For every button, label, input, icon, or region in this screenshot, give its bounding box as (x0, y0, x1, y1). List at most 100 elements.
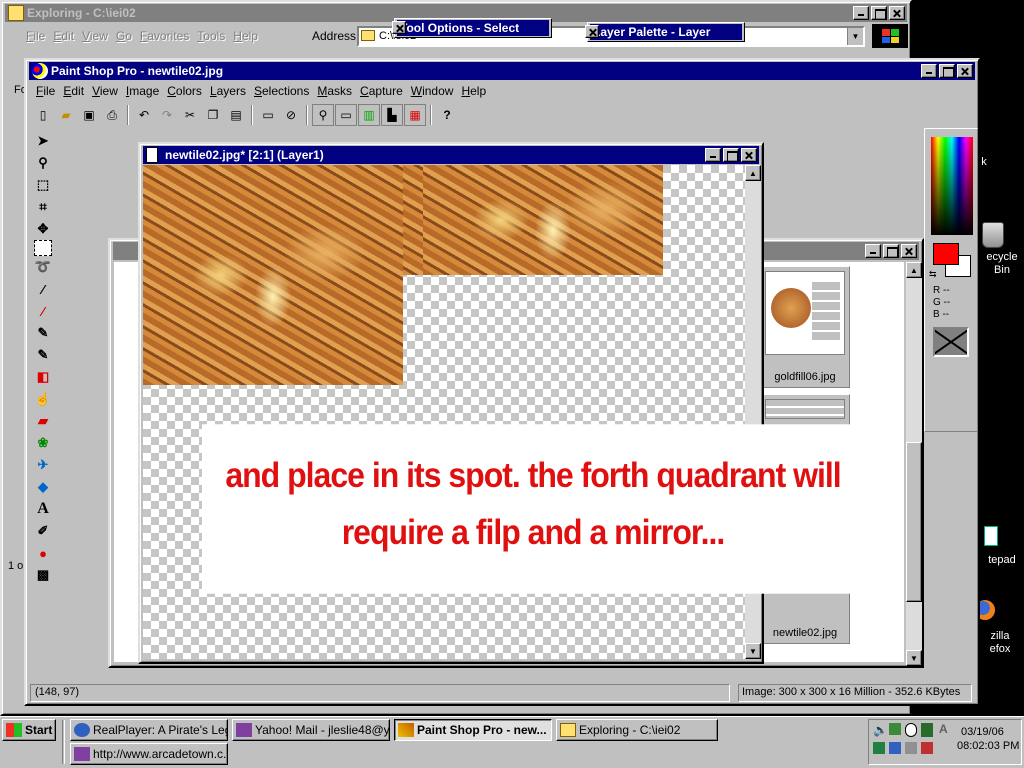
explorer-menu-view[interactable]: View (78, 29, 112, 43)
psp-maximize-button[interactable] (939, 64, 955, 78)
psp-menu-colors[interactable]: Colors (163, 84, 206, 98)
psp-menu-window[interactable]: Window (407, 84, 458, 98)
browser-scrollbar[interactable]: ▲ ▼ (906, 262, 922, 666)
psp-menu-masks[interactable]: Masks (313, 84, 356, 98)
tray-a-icon[interactable]: A (939, 722, 948, 736)
psp-menu-image[interactable]: Image (122, 84, 163, 98)
crop-tool-icon[interactable]: ⌗ (32, 196, 54, 218)
deformation-tool-icon[interactable]: ⬚ (32, 174, 54, 196)
taskbar-yahoo-mail[interactable]: Yahoo! Mail - jleslie48@ya... (232, 719, 390, 741)
eraser-tool-icon[interactable]: ▰ (32, 410, 54, 432)
explorer-maximize-button[interactable] (871, 6, 887, 20)
layer-palette-close-button[interactable] (585, 25, 599, 38)
psp-menu-view[interactable]: View (88, 84, 122, 98)
explorer-menu-file[interactable]: File (22, 29, 49, 43)
tray-cup-icon[interactable] (921, 742, 933, 754)
image-maximize-button[interactable] (723, 148, 739, 162)
psp-close-button[interactable] (957, 64, 973, 78)
redo-icon[interactable]: ↷ (156, 104, 178, 126)
tray-disk-icon[interactable] (905, 742, 917, 754)
undo-icon[interactable]: ↶ (133, 104, 155, 126)
browser-scroll-down[interactable]: ▼ (906, 650, 922, 666)
tool-options-titlebar[interactable]: Tool Options - Select (397, 20, 549, 36)
recycle-bin-icon[interactable] (982, 222, 1004, 248)
tray-app-icon[interactable] (921, 723, 933, 737)
browser-close-button[interactable] (901, 244, 917, 258)
browser-scroll-thumb[interactable] (906, 442, 922, 602)
taskbar-paint-shop-pro[interactable]: Paint Shop Pro - new... (394, 719, 552, 741)
explorer-minimize-button[interactable] (853, 6, 869, 20)
paste-icon[interactable]: ▤ (225, 104, 247, 126)
browser-minimize-button[interactable] (865, 244, 881, 258)
toggle-histogram-icon[interactable]: ▙ (381, 104, 403, 126)
mover-tool-icon[interactable]: ✥ (32, 218, 54, 240)
color-replacer-icon[interactable]: ◧ (32, 366, 54, 388)
browser-scroll-up[interactable]: ▲ (906, 262, 922, 278)
taskbar-realplayer[interactable]: RealPlayer: A Pirate's Leg... (70, 719, 228, 741)
layer-palette-titlebar[interactable]: Layer Palette - Layer (590, 24, 742, 40)
normal-viewing-icon[interactable]: ⊘ (280, 104, 302, 126)
flood-fill-icon[interactable]: ◆ (32, 476, 54, 498)
explorer-menu-edit[interactable]: Edit (49, 29, 78, 43)
explorer-close-button[interactable] (889, 6, 905, 20)
picture-tube-icon[interactable]: ❀ (32, 432, 54, 454)
taskbar-exploring[interactable]: Exploring - C:\iei02 (556, 719, 718, 741)
image-minimize-button[interactable] (705, 148, 721, 162)
swap-colors-icon[interactable]: ⇆ (929, 269, 937, 280)
help-icon[interactable]: ? (436, 104, 458, 126)
tool-options-close-button[interactable] (392, 21, 406, 34)
fullscreen-preview-icon[interactable]: ▭ (257, 104, 279, 126)
print-icon[interactable]: ⎙ (101, 104, 123, 126)
notepad-icon[interactable] (984, 526, 998, 546)
retouch-tool-icon[interactable]: ☝ (32, 388, 54, 410)
cut-icon[interactable]: ✂ (179, 104, 201, 126)
image-scroll-down[interactable]: ▼ (745, 643, 761, 659)
psp-menu-edit[interactable]: Edit (59, 84, 88, 98)
magic-wand-icon[interactable]: ⁄ (32, 278, 54, 300)
save-icon[interactable]: ▣ (78, 104, 100, 126)
psp-menu-selections[interactable]: Selections (250, 84, 313, 98)
explorer-menu-go[interactable]: Go (112, 29, 136, 43)
explorer-menu-tools[interactable]: Tools (193, 29, 229, 43)
paintbrush-icon[interactable]: ✎ (32, 322, 54, 344)
new-file-icon[interactable]: ▯ (32, 104, 54, 126)
thumb-goldfill06[interactable]: goldfill06.jpg (760, 266, 850, 388)
arrow-tool-icon[interactable]: ➤ (32, 130, 54, 152)
image-scroll-up[interactable]: ▲ (745, 165, 761, 181)
psp-titlebar[interactable]: Paint Shop Pro - newtile02.jpg (29, 62, 975, 80)
open-folder-icon[interactable]: ▰ (55, 104, 77, 126)
copy-icon[interactable]: ❐ (202, 104, 224, 126)
volume-icon[interactable]: 🔈 (873, 723, 888, 737)
toggle-color-palette-icon[interactable]: ▥ (358, 104, 380, 126)
taskbar-arcadetown[interactable]: http://www.arcadetown.c... (70, 743, 228, 765)
tray-monitor-icon[interactable] (889, 742, 901, 754)
psp-menu-layers[interactable]: Layers (206, 84, 250, 98)
preset-shapes-icon[interactable]: ● (32, 542, 54, 564)
explorer-menu-favorites[interactable]: Favorites (136, 29, 193, 43)
foreground-color-swatch[interactable] (933, 243, 959, 265)
freehand-selection-icon[interactable]: ➰ (32, 256, 54, 278)
network-icon[interactable] (889, 723, 901, 735)
dropper-tool-icon[interactable]: ⁄ (32, 300, 54, 322)
psp-menu-help[interactable]: Help (457, 84, 490, 98)
layer-palette[interactable]: Layer Palette - Layer (585, 22, 745, 42)
browser-maximize-button[interactable] (883, 244, 899, 258)
selection-tool-icon[interactable] (34, 240, 52, 256)
clone-brush-icon[interactable]: ✎ (32, 344, 54, 366)
tray-clock[interactable]: 08:02:03 PM (957, 740, 1019, 752)
toggle-options-icon[interactable]: ▭ (335, 104, 357, 126)
image-window-titlebar[interactable]: newtile02.jpg* [2:1] (Layer1) (143, 146, 759, 164)
image-close-button[interactable] (741, 148, 757, 162)
zoom-tool-icon[interactable]: ⚲ (32, 152, 54, 174)
psp-minimize-button[interactable] (921, 64, 937, 78)
tray-printer-icon[interactable] (873, 742, 885, 754)
toggle-tool-palette-icon[interactable]: ⚲ (312, 104, 334, 126)
text-tool-icon[interactable]: A (32, 498, 54, 520)
psp-menu-capture[interactable]: Capture (356, 84, 407, 98)
null-color-icon[interactable] (933, 327, 969, 357)
tool-options-palette[interactable]: Tool Options - Select (392, 18, 552, 38)
psp-window[interactable]: Paint Shop Pro - newtile02.jpg File Edit… (24, 58, 980, 706)
airbrush-icon[interactable]: ✈ (32, 454, 54, 476)
mouse-icon[interactable] (905, 723, 917, 737)
start-button[interactable]: Start (2, 719, 56, 741)
